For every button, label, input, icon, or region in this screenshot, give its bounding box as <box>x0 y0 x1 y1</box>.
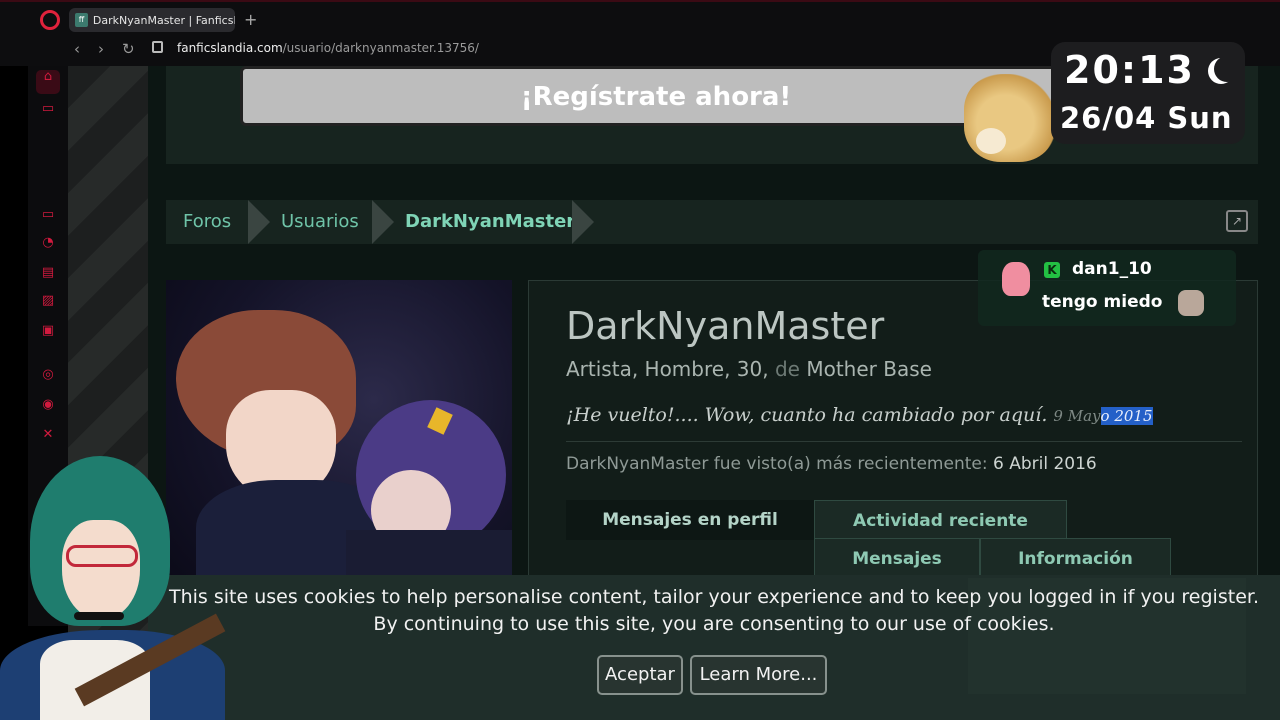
profile-details: Artista, Hombre, 30, de Mother Base <box>566 357 932 381</box>
profile-username: DarkNyanMaster <box>566 304 885 348</box>
cookie-line-2: By continuing to use this site, you are … <box>373 613 1055 635</box>
learn-more-button[interactable]: Learn More... <box>690 655 827 695</box>
breadcrumb-separator <box>572 200 594 244</box>
profile-status: ¡He vuelto!.... Wow, cuanto ha cambiado … <box>566 404 1153 426</box>
vtuber-glasses <box>66 545 138 567</box>
discord-icon[interactable]: ◉ <box>40 398 56 412</box>
url-path: /usuario/darknyanmaster.13756/ <box>282 41 479 55</box>
cookie-notice: This site uses cookies to help personali… <box>148 584 1280 638</box>
opera-menu-icon[interactable] <box>40 10 60 30</box>
tab-title: DarkNyanMaster | Fanficsl... <box>92 13 235 27</box>
bag-icon[interactable]: ▤ <box>40 266 56 280</box>
last-seen-date: 6 Abril 2016 <box>992 454 1097 474</box>
status-text: ¡He vuelto!.... Wow, cuanto ha cambiado … <box>566 404 1048 426</box>
whatsapp-icon[interactable]: ◎ <box>40 368 56 382</box>
bread-dog-sticker <box>964 74 1056 162</box>
site-favicon-icon: ff <box>75 13 88 27</box>
clock-date: 26/04 Sun <box>1060 101 1233 135</box>
tab-mensajes[interactable]: Mensajes <box>814 538 980 578</box>
vtuber-face <box>62 520 140 620</box>
breadcrumb-separator <box>248 200 270 244</box>
status-date[interactable]: 9 Mayo 2015 <box>1053 407 1153 425</box>
moon-icon <box>1214 56 1240 82</box>
back-icon[interactable]: ‹ <box>74 40 80 58</box>
avatar-art <box>346 530 512 580</box>
cleaner-icon[interactable]: ▨ <box>40 294 56 308</box>
gamepad-icon[interactable]: ▭ <box>40 102 56 116</box>
status-date-plain: 9 May <box>1053 407 1101 425</box>
vtuber-choker <box>74 612 124 620</box>
address-bar[interactable]: fanficslandia.com/usuario/darknyanmaster… <box>177 41 479 55</box>
breadcrumb-usuarios[interactable]: Usuarios <box>281 211 359 232</box>
tab-mensajes-en-perfil[interactable]: Mensajes en perfil <box>566 500 814 540</box>
divider <box>566 441 1242 442</box>
bread-dog-face <box>976 128 1006 154</box>
last-seen: DarkNyanMaster fue visto(a) más reciente… <box>566 454 1097 474</box>
status-date-selected: o 2015 <box>1100 407 1153 425</box>
last-seen-label: DarkNyanMaster fue visto(a) más reciente… <box>566 454 993 474</box>
new-tab-button[interactable]: + <box>244 10 257 29</box>
accept-cookies-button[interactable]: Aceptar <box>597 655 683 695</box>
speed-icon[interactable]: ◔ <box>40 236 56 250</box>
profile-location: Mother Base <box>799 357 932 381</box>
breadcrumb-separator <box>372 200 394 244</box>
chat-username: dan1_10 <box>1072 259 1152 279</box>
breadcrumb-current[interactable]: DarkNyanMaster <box>405 211 575 232</box>
tab-informacion[interactable]: Información <box>980 538 1171 578</box>
breadcrumb-foros[interactable]: Foros <box>183 211 231 232</box>
gx-corner-icon[interactable]: ▭ <box>40 208 56 222</box>
clock-time: 20:13 <box>1064 48 1195 92</box>
kick-badge-icon: K <box>1044 262 1060 278</box>
home-icon[interactable]: ⌂ <box>36 70 60 94</box>
profile-details-de: de <box>774 357 800 381</box>
starfish-emote-icon <box>1002 262 1030 296</box>
cat-emote-icon <box>1178 290 1204 316</box>
profile-details-main: Artista, Hombre, 30, <box>566 357 775 381</box>
lock-icon <box>152 41 163 53</box>
forward-icon[interactable]: › <box>98 40 104 58</box>
mail-icon[interactable]: ▣ <box>40 324 56 338</box>
reload-icon[interactable]: ↻ <box>122 40 135 58</box>
external-link-icon[interactable]: ↗ <box>1226 210 1248 232</box>
tab-actividad-reciente[interactable]: Actividad reciente <box>814 500 1067 540</box>
url-host: fanficslandia.com <box>177 41 283 55</box>
x-twitter-icon[interactable]: ✕ <box>40 428 56 442</box>
register-button[interactable]: ¡Regístrate ahora! <box>240 66 1072 126</box>
cookie-line-1: This site uses cookies to help personali… <box>169 586 1259 608</box>
chat-message: tengo miedo <box>1042 292 1163 312</box>
browser-tab[interactable]: ff DarkNyanMaster | Fanficsl... <box>69 8 235 32</box>
